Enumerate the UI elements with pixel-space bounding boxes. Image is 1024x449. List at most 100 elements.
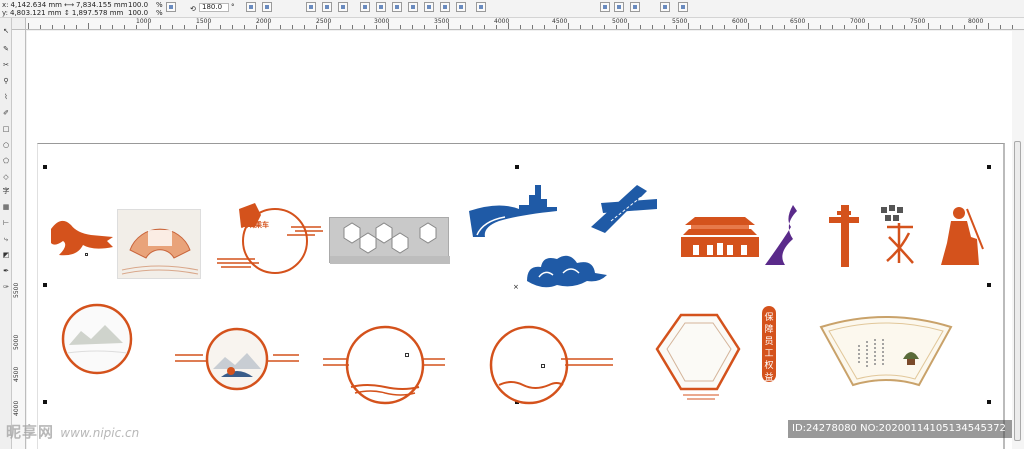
selection-handle[interactable] <box>43 400 47 404</box>
table-tool-icon[interactable]: ▦ <box>1 202 11 212</box>
fan-poster-photo[interactable] <box>117 209 201 279</box>
ellipse-tool-icon[interactable]: ○ <box>1 140 11 150</box>
blue-city-road-art[interactable] <box>469 181 559 237</box>
ruler-tick <box>772 25 773 29</box>
selection-handle[interactable] <box>515 165 519 169</box>
scrollbar-thumb[interactable] <box>1014 141 1021 441</box>
scale-y-field[interactable]: 100.0 <box>128 9 148 17</box>
node-marker[interactable] <box>85 253 88 256</box>
mirror-horizontal-icon[interactable] <box>246 2 256 12</box>
blue-auspicious-cloud-art[interactable] <box>523 251 609 291</box>
ruler-tick <box>208 23 209 29</box>
height-readout[interactable]: ↕ 1,897.578 mm <box>64 9 123 17</box>
empty-circle-frame-art[interactable] <box>319 325 447 413</box>
dimension-tool-icon[interactable]: ⊢ <box>1 218 11 228</box>
ruler-tick <box>148 23 149 29</box>
civilized-ride-sign-art[interactable] <box>215 201 323 281</box>
percent-label-1: % <box>156 1 163 9</box>
shape-tool-icon[interactable]: ✎ <box>1 44 11 54</box>
y-position-value: 4,803.121 mm <box>10 9 62 17</box>
selection-handle[interactable] <box>987 165 991 169</box>
ungroup-all-icon[interactable] <box>338 2 348 12</box>
ruler-tick <box>676 25 677 29</box>
pick-tool-icon[interactable]: ↖ <box>1 26 11 36</box>
trim-icon[interactable] <box>392 2 402 12</box>
eyedropper-tool-icon[interactable]: ✒ <box>1 266 11 276</box>
selection-handle[interactable] <box>43 165 47 169</box>
ruler-tick <box>544 25 545 29</box>
fan-calligraphy-frame-art[interactable] <box>819 315 953 389</box>
create-boundary-icon[interactable] <box>476 2 486 12</box>
scale-y-value: 100.0 <box>128 9 149 17</box>
freehand-tool-icon[interactable]: ⌇ <box>1 92 11 102</box>
vertical-ruler[interactable]: 5500 5000 4500 4000 <box>12 30 26 449</box>
basic-shapes-tool-icon[interactable]: ◇ <box>1 172 11 182</box>
ruler-label: 3500 <box>434 18 450 25</box>
horizontal-ruler[interactable]: 1000 1500 2000 2500 3000 3500 4000 4500 … <box>26 18 1024 30</box>
ruler-corner[interactable] <box>12 18 26 30</box>
protect-rights-vertical-badge[interactable]: 保障员工权益 <box>762 306 776 383</box>
tiananmen-gate-art[interactable] <box>681 211 759 257</box>
node-marker[interactable] <box>541 364 545 368</box>
node-marker[interactable] <box>405 353 409 357</box>
ruler-label: 5000 <box>13 334 20 350</box>
text-tool-icon[interactable]: 字 <box>1 186 11 196</box>
lock-ratio-icon[interactable] <box>166 2 176 12</box>
intersect-icon[interactable] <box>408 2 418 12</box>
selection-handle[interactable] <box>987 283 991 287</box>
back-minus-front-icon[interactable] <box>456 2 466 12</box>
ruler-tick <box>472 25 473 29</box>
hexagon-frame-art[interactable] <box>653 311 743 407</box>
plugin-icon-4[interactable] <box>660 2 670 12</box>
hexagon-culture-wall-photo[interactable] <box>329 217 450 264</box>
ruler-tick <box>736 25 737 29</box>
ungroup-icon[interactable] <box>322 2 332 12</box>
scale-x-field[interactable]: 100.0 <box>128 1 148 9</box>
vertical-scrollbar[interactable] <box>1012 31 1024 449</box>
orange-cross-sign-art[interactable] <box>827 203 861 267</box>
painting-circle-frame-art[interactable] <box>173 325 301 391</box>
soldier-silhouette-art[interactable] <box>937 203 989 267</box>
x-position-readout[interactable]: x: 4,142.634 mm <box>2 1 62 9</box>
group-icon[interactable] <box>306 2 316 12</box>
drawing-canvas[interactable]: 文明乘车 保障员工权益 × <box>27 31 1024 449</box>
outline-pen-tool-icon[interactable]: ✑ <box>1 282 11 292</box>
zoom-tool-icon[interactable]: ⚲ <box>1 76 11 86</box>
plugin-icon-5[interactable] <box>678 2 688 12</box>
weld-icon[interactable] <box>376 2 386 12</box>
ruler-label: 5500 <box>13 282 20 298</box>
rectangle-tool-icon[interactable]: □ <box>1 124 11 134</box>
front-minus-back-icon[interactable] <box>440 2 450 12</box>
ruler-tick <box>232 25 233 29</box>
selection-handle[interactable] <box>987 400 991 404</box>
combine-icon[interactable] <box>360 2 370 12</box>
purple-ribbon-art[interactable] <box>763 203 799 267</box>
plugin-icon-2[interactable] <box>614 2 624 12</box>
wave-circle-frame-art[interactable] <box>487 325 617 413</box>
selection-handle[interactable] <box>43 283 47 287</box>
mirror-vertical-icon[interactable] <box>262 2 272 12</box>
center-cross-icon[interactable]: × <box>513 283 519 291</box>
ruler-tick <box>172 25 173 29</box>
y-position-readout[interactable]: y: 4,803.121 mm <box>2 9 62 17</box>
blue-highway-interchange-art[interactable] <box>591 181 661 237</box>
watermark-url: www.nipic.cn <box>60 426 140 440</box>
plugin-icon-1[interactable] <box>600 2 610 12</box>
ruler-tick <box>364 25 365 29</box>
ruler-label: 3000 <box>374 18 390 25</box>
rotation-input[interactable]: 180.0 <box>199 3 229 12</box>
artistic-media-tool-icon[interactable]: ✐ <box>1 108 11 118</box>
rotation-value: 180.0 <box>202 3 223 11</box>
simplify-icon[interactable] <box>424 2 434 12</box>
landscape-circle-frame-art[interactable] <box>61 301 133 377</box>
polygon-tool-icon[interactable]: ⬠ <box>1 156 11 166</box>
width-readout[interactable]: ⟷ 7,834.155 mm <box>64 1 128 9</box>
interactive-fill-tool-icon[interactable]: ◩ <box>1 250 11 260</box>
connector-tool-icon[interactable]: ⤷ <box>1 234 11 244</box>
plugin-icon-3[interactable] <box>630 2 640 12</box>
ruler-tick <box>376 25 377 29</box>
crop-tool-icon[interactable]: ✂ <box>1 60 11 70</box>
red-ribbon-flag-art[interactable] <box>47 211 119 261</box>
ruler-label: 5000 <box>612 18 628 25</box>
culture-calligraphy-art[interactable] <box>879 203 919 269</box>
